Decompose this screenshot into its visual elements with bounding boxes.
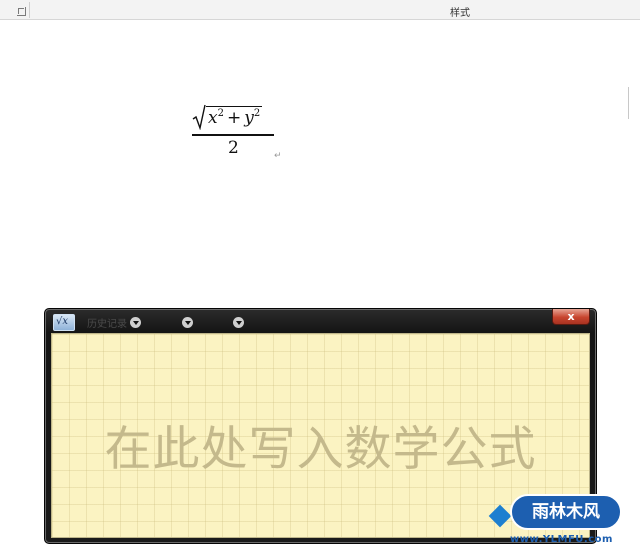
- menu-history-label: 历史记录: [87, 318, 127, 330]
- writing-hint: 在此处写入数学公式: [104, 422, 537, 477]
- fraction-bar: [192, 134, 274, 136]
- exponent-y: 2: [253, 108, 261, 119]
- chevron-down-icon: [182, 316, 193, 328]
- dialog-launcher-icon[interactable]: [17, 7, 26, 16]
- radical-sign-icon: [192, 104, 206, 130]
- math-input-panel-icon: √x: [53, 314, 75, 331]
- vertical-ruler-mark: [628, 87, 629, 119]
- watermark-url: www.YLMFU.com: [510, 534, 613, 545]
- styles-group-label: 样式: [450, 8, 470, 19]
- ribbon-separator: [29, 2, 30, 18]
- radicand-var-x: x: [208, 108, 218, 128]
- ribbon: 样式: [0, 0, 640, 20]
- plus-operator: +: [226, 108, 242, 128]
- menu-options[interactable]: [230, 315, 244, 329]
- radicand: x2 + y2: [206, 106, 263, 128]
- denominator: 2: [228, 138, 239, 158]
- chevron-down-icon: [130, 316, 141, 328]
- radicand-var-y: y: [244, 108, 254, 128]
- watermark-badge: 雨林木风: [510, 494, 622, 530]
- chevron-down-icon: [233, 316, 244, 328]
- exponent-x: 2: [217, 108, 224, 119]
- menu-correct[interactable]: [179, 315, 193, 329]
- menu-history[interactable]: 历史记录: [87, 315, 141, 330]
- watermark-logo: 雨林木风 www.YLMFU.com: [486, 490, 636, 554]
- paragraph-mark: ↵: [274, 151, 282, 161]
- close-button[interactable]: x: [552, 309, 590, 325]
- equation[interactable]: x2 + y2 2: [192, 104, 282, 160]
- diamond-icon: [488, 504, 512, 528]
